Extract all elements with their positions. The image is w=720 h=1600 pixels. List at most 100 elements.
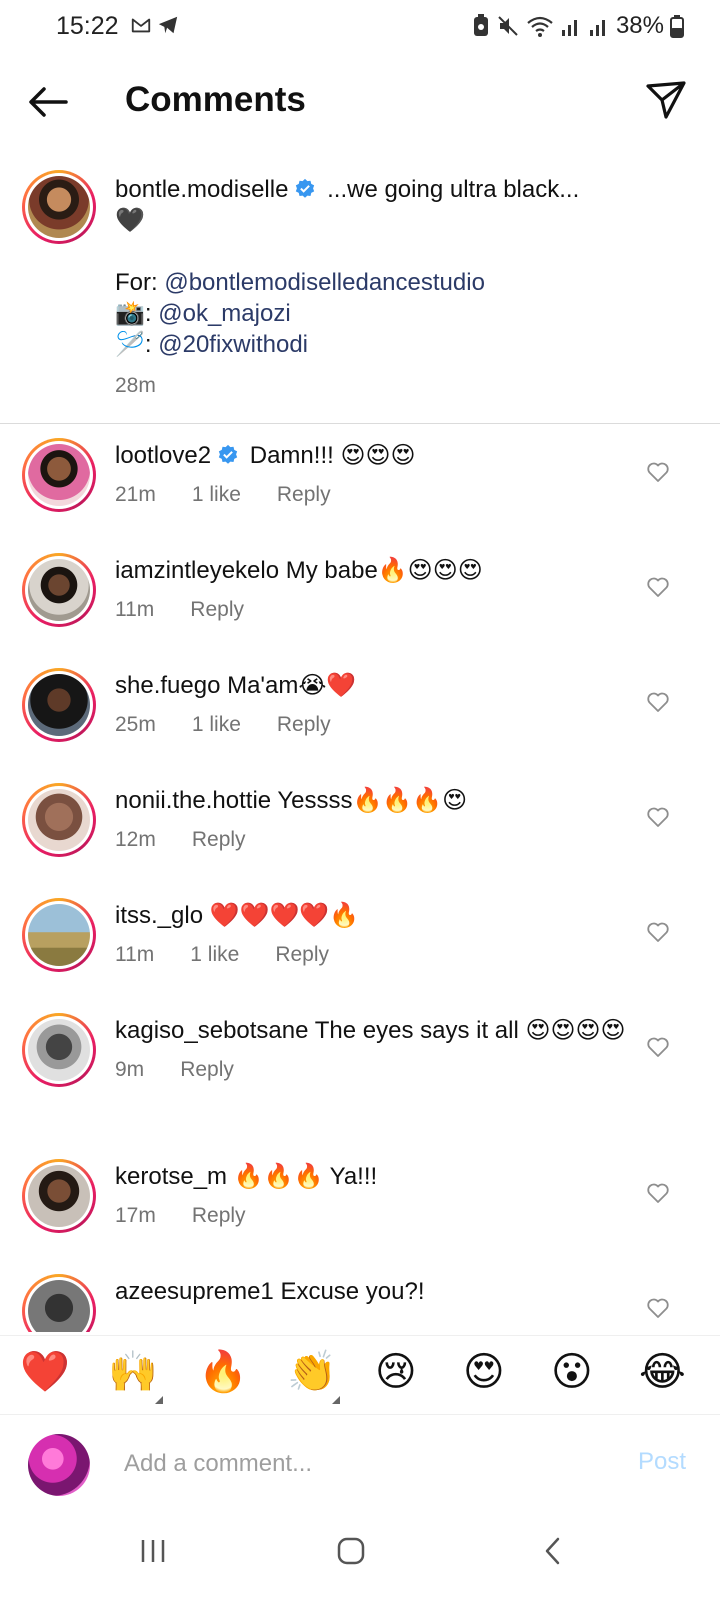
comment-item: nonii.the.hottie Yessss🔥🔥🔥😍 12m Reply: [0, 773, 720, 888]
wifi-icon: [527, 16, 553, 37]
avatar[interactable]: [22, 668, 96, 742]
mention-link[interactable]: @bontlemodiselledancestudio: [164, 269, 485, 296]
post-caption: bontle.modiselle ...we going ultra black…: [0, 168, 720, 424]
avatar[interactable]: [22, 1274, 96, 1332]
back-arrow-icon[interactable]: [26, 80, 70, 124]
recent-apps-icon[interactable]: [138, 1536, 168, 1566]
reply-button[interactable]: Reply: [277, 479, 331, 510]
comment-time: 9m: [115, 1058, 145, 1081]
like-heart-icon[interactable]: [646, 805, 670, 829]
comment-username[interactable]: iamzintleyekelo: [115, 557, 279, 584]
avatar[interactable]: [22, 1013, 96, 1087]
comment-time: 17m: [115, 1204, 156, 1227]
comment-time: 25m: [115, 713, 156, 736]
comments-header: Comments: [0, 60, 720, 144]
emoji-heart-eyes-button[interactable]: 😍: [463, 1348, 505, 1396]
status-bar: 15:22 38%: [0, 0, 720, 52]
emoji-clap-button[interactable]: 👏: [287, 1348, 337, 1396]
like-heart-icon[interactable]: [646, 1296, 670, 1320]
caption-text: bontle.modiselle ...we going ultra black…: [115, 174, 635, 401]
comment-item: iamzintleyekelo My babe🔥😍😍😍 11m Reply: [0, 543, 720, 658]
comment-item: kerotse_m 🔥🔥🔥 Ya!!! 17m Reply: [0, 1149, 720, 1264]
emoji-reaction-bar: ❤️ 🙌 🔥 👏 😢 😍 😮 😂: [0, 1335, 720, 1415]
avatar[interactable]: [22, 438, 96, 512]
comment-likes[interactable]: 1 like: [190, 939, 239, 970]
post-button[interactable]: Post: [638, 1448, 686, 1476]
comment-input[interactable]: [124, 1444, 584, 1484]
caption-time: 28m: [115, 374, 156, 397]
telegram-icon: [158, 16, 178, 34]
battery-percent: 38%: [615, 12, 664, 39]
comment-text: Yessss🔥🔥🔥😍: [277, 787, 468, 814]
caption-heart: 🖤: [115, 207, 145, 234]
comment-username[interactable]: nonii.the.hottie: [115, 787, 271, 814]
like-heart-icon[interactable]: [646, 460, 670, 484]
emoji-sad-button[interactable]: 😢: [375, 1348, 417, 1396]
reply-button[interactable]: Reply: [277, 709, 331, 740]
caption-body: ...we going ultra black...: [327, 176, 580, 203]
comment-likes[interactable]: 1 like: [192, 479, 241, 510]
comment-time: 11m: [115, 598, 155, 621]
like-heart-icon[interactable]: [646, 1035, 670, 1059]
comment-composer: Post: [0, 1416, 720, 1514]
reply-button[interactable]: Reply: [192, 824, 246, 855]
comment-item: azeesupreme1 Excuse you?!: [0, 1264, 720, 1332]
comment-username[interactable]: lootlove2: [115, 442, 211, 469]
battery-saver-icon: [473, 14, 488, 36]
camera-emoji: 📸: [115, 300, 145, 327]
emoji-fire-button[interactable]: 🔥: [198, 1348, 248, 1396]
like-heart-icon[interactable]: [646, 575, 670, 599]
reply-button[interactable]: Reply: [192, 1200, 246, 1231]
comment-time: 12m: [115, 828, 156, 851]
reply-button[interactable]: Reply: [190, 594, 244, 625]
comment-text: ❤️❤️❤️❤️🔥: [209, 902, 360, 929]
comment-username[interactable]: she.fuego: [115, 672, 220, 699]
like-heart-icon[interactable]: [646, 690, 670, 714]
avatar[interactable]: [22, 1159, 96, 1233]
avatar[interactable]: [22, 553, 96, 627]
emoji-surprised-button[interactable]: 😮: [551, 1348, 593, 1396]
current-user-avatar: [28, 1434, 90, 1496]
comment-text: Excuse you?!: [280, 1278, 425, 1305]
comment-username[interactable]: kagiso_sebotsane: [115, 1017, 308, 1044]
emoji-raising-hands-button[interactable]: 🙌: [108, 1348, 158, 1396]
comment-username[interactable]: azeesupreme1: [115, 1278, 274, 1305]
mute-icon: [498, 16, 518, 36]
system-nav-bar: [0, 1514, 720, 1600]
reply-button[interactable]: Reply: [275, 939, 329, 970]
comment-time: 21m: [115, 483, 156, 506]
comment-item: kagiso_sebotsane The eyes says it all 😍😍…: [0, 1003, 720, 1149]
emoji-laughing-button[interactable]: 😂: [639, 1348, 686, 1396]
battery-icon: [670, 15, 684, 38]
needle-emoji: 🪡: [115, 331, 145, 358]
home-icon[interactable]: [336, 1536, 366, 1566]
share-icon[interactable]: [644, 78, 688, 122]
comment-item: itss._glo ❤️❤️❤️❤️🔥 11m 1 like Reply: [0, 888, 720, 1003]
page-title: Comments: [125, 80, 306, 119]
reply-button[interactable]: Reply: [180, 1054, 234, 1085]
verified-badge-icon: [218, 444, 238, 464]
comment-text: 🔥🔥🔥 Ya!!!: [233, 1163, 378, 1190]
comment-likes[interactable]: 1 like: [192, 709, 241, 740]
comment-username[interactable]: itss._glo: [115, 902, 203, 929]
caption-username[interactable]: bontle.modiselle: [115, 176, 288, 203]
emoji-heart-button[interactable]: ❤️: [20, 1348, 70, 1396]
back-nav-icon[interactable]: [538, 1536, 568, 1566]
skin-tone-indicator: [155, 1396, 163, 1404]
comment-text: My babe🔥😍😍😍: [285, 557, 483, 584]
comment-item: lootlove2 Damn!!! 😍😍😍 21m 1 like Reply: [0, 428, 720, 543]
comment-text: Damn!!! 😍😍😍: [249, 442, 416, 469]
comment-text: The eyes says it all 😍😍😍😍: [314, 1017, 626, 1044]
caption-for-label: For:: [115, 269, 165, 296]
comment-list[interactable]: lootlove2 Damn!!! 😍😍😍 21m 1 like Reply iam…: [0, 428, 720, 1332]
like-heart-icon[interactable]: [646, 920, 670, 944]
comment-text: Ma'am😭❤️: [227, 672, 357, 699]
like-heart-icon[interactable]: [646, 1181, 670, 1205]
signal-icon: [589, 20, 605, 36]
avatar[interactable]: [22, 170, 96, 244]
mention-link[interactable]: @20fixwithodi: [158, 331, 308, 358]
avatar[interactable]: [22, 898, 96, 972]
mention-link[interactable]: @ok_majozi: [158, 300, 290, 327]
comment-username[interactable]: kerotse_m: [115, 1163, 227, 1190]
avatar[interactable]: [22, 783, 96, 857]
